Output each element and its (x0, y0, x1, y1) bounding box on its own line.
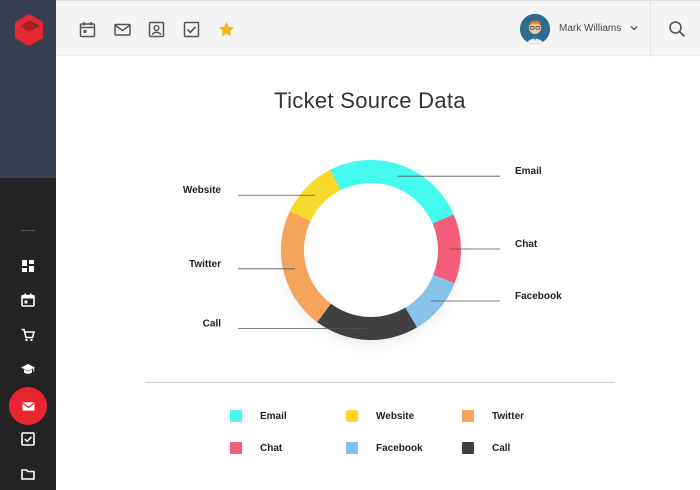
dashboard-icon (22, 260, 34, 272)
slice-label-website: Website (183, 185, 222, 196)
calendar-icon (21, 293, 35, 307)
legend-label-call: Call (492, 442, 511, 454)
contact-icon (148, 21, 164, 37)
user-name[interactable]: Mark Williams (559, 23, 621, 34)
legend-swatch-twitter (462, 410, 474, 422)
legend-divider (145, 382, 615, 383)
header-contacts-button[interactable] (147, 20, 165, 38)
avatar[interactable] (520, 14, 550, 44)
sidebar-item-calendar[interactable] (19, 291, 37, 309)
legend-label-facebook: Facebook (376, 442, 423, 454)
graduation-cap-icon (21, 364, 35, 374)
legend-swatch-email (230, 410, 242, 422)
legend-item-website[interactable]: Website (346, 410, 414, 422)
sidebar-item-files[interactable] (19, 465, 37, 483)
sidebar-item-dashboard[interactable] (19, 257, 37, 275)
sidebar-item-tasks[interactable] (19, 430, 37, 448)
sidebar (0, 0, 56, 490)
chevron-down-icon[interactable] (630, 24, 638, 32)
header-favorites-button[interactable] (217, 20, 235, 38)
legend-item-chat[interactable]: Chat (230, 442, 282, 454)
header-calendar-button[interactable] (78, 20, 96, 38)
slice-label-twitter: Twitter (189, 259, 221, 270)
logo-icon[interactable] (15, 14, 43, 46)
legend-label-email: Email (260, 410, 287, 422)
star-icon (218, 21, 234, 36)
legend-item-call[interactable]: Call (462, 442, 510, 454)
slice-label-call: Call (203, 318, 222, 329)
mail-icon (21, 401, 35, 411)
header-separator (650, 1, 651, 57)
slice-label-chat: Chat (515, 239, 538, 250)
checkbox-icon (183, 21, 199, 37)
sidebar-divider (21, 230, 35, 231)
header-mail-button[interactable] (113, 20, 131, 38)
folder-icon (21, 469, 35, 480)
user-avatar-icon (520, 14, 550, 44)
legend-label-twitter: Twitter (492, 410, 525, 422)
sidebar-item-mail-active[interactable] (9, 387, 47, 425)
slice-label-facebook: Facebook (515, 291, 562, 302)
legend-item-email[interactable]: Email (230, 410, 287, 422)
top-header: Mark Williams (56, 0, 700, 57)
sidebar-item-shop[interactable] (19, 326, 37, 344)
chart-title: Ticket Source Data (274, 88, 466, 113)
legend-item-facebook[interactable]: Facebook (346, 442, 423, 454)
legend-label-website: Website (376, 410, 415, 422)
legend-item-twitter[interactable]: Twitter (462, 410, 524, 422)
mail-icon (113, 23, 131, 36)
legend-swatch-call (462, 442, 474, 454)
header-tasks-button[interactable] (182, 20, 200, 38)
calendar-icon (79, 21, 95, 37)
sidebar-item-courses[interactable] (19, 360, 37, 378)
slice-label-email: Email (515, 166, 542, 177)
cart-icon (21, 328, 35, 342)
search-icon[interactable] (668, 20, 686, 38)
legend-swatch-chat (230, 442, 242, 454)
legend-swatch-website (346, 410, 358, 422)
legend-swatch-facebook (346, 442, 358, 454)
donut-chart: Email Chat Facebook Call Twitter Website (183, 160, 562, 340)
legend-label-chat: Chat (260, 442, 283, 454)
checkbox-icon (21, 432, 35, 446)
